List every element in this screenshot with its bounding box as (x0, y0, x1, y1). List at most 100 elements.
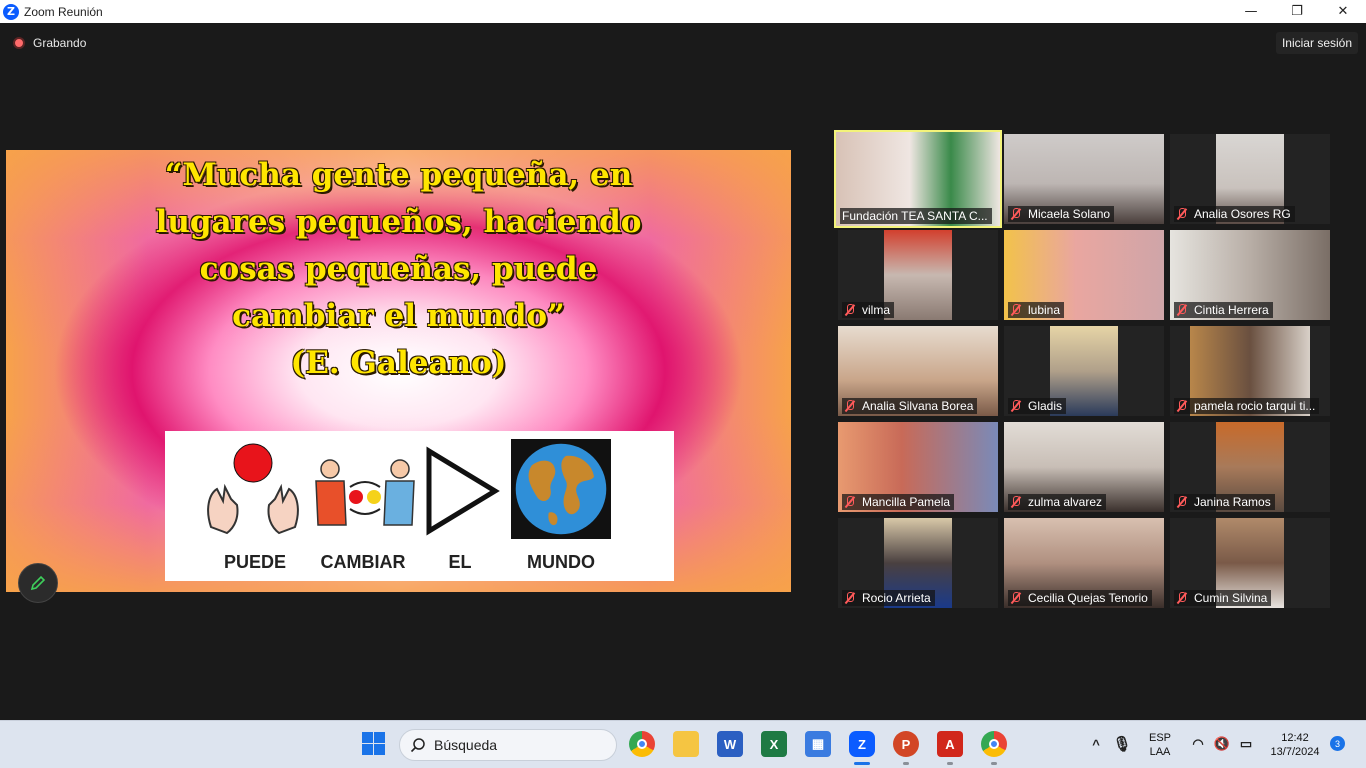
participant-tile[interactable]: Analia Osores RG (1170, 134, 1330, 224)
clock[interactable]: 12:42 13/7/2024 (1262, 731, 1328, 759)
participant-name: Cecilia Quejas Tenorio (1028, 591, 1148, 605)
mic-muted-icon (1176, 208, 1188, 220)
participant-tile[interactable]: lubina (1004, 230, 1164, 320)
globe-icon (511, 439, 611, 539)
participant-name: Cumin Silvina (1194, 591, 1268, 605)
language-code: ESP (1148, 732, 1171, 744)
participant-name: lubina (1028, 303, 1061, 317)
close-button[interactable]: ✕ (1320, 0, 1366, 23)
acrobat-icon[interactable]: A (937, 731, 963, 757)
participant-tile[interactable]: vilma (838, 230, 998, 320)
participant-label: Analia Silvana Borea (842, 398, 978, 414)
title-bar: Z Zoom Reunión — ❐ ✕ (0, 0, 1366, 23)
play-triangle-icon (426, 446, 500, 536)
chrome-icon[interactable] (629, 731, 655, 757)
powerpoint-icon[interactable]: P (893, 731, 919, 757)
hands-ball-icon (207, 443, 299, 535)
participant-label: Cecilia Quejas Tenorio (1008, 590, 1152, 606)
clock-time: 12:42 (1281, 732, 1309, 744)
participant-label: lubina (1008, 302, 1065, 318)
participant-label: pamela rocio tarqui ti... (1174, 398, 1320, 414)
pencil-icon (30, 575, 46, 591)
participant-label: zulma alvarez (1008, 494, 1107, 510)
volume-muted-icon[interactable]: 🔇 (1209, 731, 1235, 757)
participant-name: Rocio Arrieta (862, 591, 931, 605)
quote-line: cambiar el mundo” (232, 298, 565, 334)
store-icon[interactable]: ▦ (805, 731, 831, 757)
language-indicator[interactable]: ESP LAA (1146, 731, 1174, 759)
participant-label: Cumin Silvina (1174, 590, 1272, 606)
participant-name: Cintia Herrera (1194, 303, 1269, 317)
chevron-up-icon[interactable]: ^ (1083, 731, 1109, 757)
file-explorer-icon[interactable] (673, 731, 699, 757)
participant-tile[interactable]: Fundación TEA SANTA C... (834, 130, 1002, 228)
minimize-button[interactable]: — (1228, 0, 1274, 23)
chrome-profile-icon[interactable] (981, 731, 1007, 757)
mic-muted-icon (1010, 208, 1022, 220)
mic-muted-icon (1176, 304, 1188, 316)
search-placeholder: Búsqueda (434, 737, 498, 753)
microphone-icon[interactable]: 🎙 (1109, 731, 1135, 757)
participant-tile[interactable]: pamela rocio tarqui ti... (1170, 326, 1330, 416)
participant-label: vilma (842, 302, 895, 318)
participant-label: Janina Ramos (1174, 494, 1275, 510)
participant-name: zulma alvarez (1028, 495, 1103, 509)
mic-muted-icon (844, 304, 856, 316)
notification-badge[interactable]: 3 (1330, 736, 1345, 751)
pictogram-label: PUEDE (223, 552, 286, 572)
participant-tile[interactable]: Rocio Arrieta (838, 518, 998, 608)
mic-muted-icon (1176, 496, 1188, 508)
mic-muted-icon (1010, 592, 1022, 604)
signin-button[interactable]: Iniciar sesión (1275, 32, 1358, 54)
clock-date: 13/7/2024 (1270, 746, 1320, 758)
zoom-icon: Z (3, 3, 19, 20)
participant-name: Analia Silvana Borea (862, 399, 974, 413)
participant-name: Analia Osores RG (1194, 207, 1291, 221)
participant-tile[interactable]: Cumin Silvina (1170, 518, 1330, 608)
participant-name: Mancilla Pamela (862, 495, 951, 509)
restore-button[interactable]: ❐ (1274, 0, 1320, 23)
participant-name: Micaela Solano (1028, 207, 1111, 221)
participant-tile[interactable]: Micaela Solano (1004, 134, 1164, 224)
participant-tile[interactable]: Gladis (1004, 326, 1164, 416)
recording-indicator[interactable]: Grabando (13, 36, 86, 50)
participant-name: vilma (862, 303, 891, 317)
running-app-indicator (991, 762, 997, 765)
participant-gallery: Fundación TEA SANTA C... Micaela Solano … (834, 130, 1334, 610)
battery-icon[interactable]: ▭ (1233, 731, 1259, 757)
participant-label: Micaela Solano (1008, 206, 1115, 222)
excel-icon[interactable]: X (761, 731, 787, 757)
wifi-icon[interactable]: ◠ (1185, 731, 1211, 757)
quote-line: cosas pequeñas, puede (199, 251, 598, 287)
annotate-button[interactable] (18, 563, 58, 603)
active-app-indicator (854, 762, 870, 765)
mic-muted-icon (1176, 400, 1188, 412)
zoom-taskbar-icon[interactable]: Z (849, 731, 875, 757)
mic-muted-icon (1010, 304, 1022, 316)
keyboard-layout: LAA (1149, 746, 1171, 758)
participant-tile[interactable]: Janina Ramos (1170, 422, 1330, 512)
participant-tile[interactable]: Cintia Herrera (1170, 230, 1330, 320)
windows-start-icon[interactable] (361, 731, 387, 757)
participant-label: Analia Osores RG (1174, 206, 1295, 222)
participant-tile[interactable]: Mancilla Pamela (838, 422, 998, 512)
taskbar: Búsqueda W X ▦ Z P A ^ 🎙 ESP LAA ◠ 🔇 ▭ 1… (0, 720, 1366, 768)
participant-name: Fundación TEA SANTA C... (840, 208, 992, 224)
pictogram-label: CAMBIAR (320, 552, 406, 572)
running-app-indicator (947, 762, 953, 765)
participant-tile[interactable]: Analia Silvana Borea (838, 326, 998, 416)
participant-tile[interactable]: zulma alvarez (1004, 422, 1164, 512)
mic-muted-icon (1010, 400, 1022, 412)
pictogram-label: MUNDO (527, 552, 595, 572)
participant-label: Cintia Herrera (1174, 302, 1273, 318)
mic-muted-icon (1010, 496, 1022, 508)
recording-label: Grabando (33, 36, 87, 50)
taskbar-search[interactable]: Búsqueda (399, 729, 617, 761)
record-icon (13, 37, 25, 49)
slide-quote: “Mucha gente pequeña, en lugares pequeño… (6, 152, 791, 387)
participant-name: Janina Ramos (1194, 495, 1271, 509)
participant-label: Mancilla Pamela (842, 494, 955, 510)
mic-muted-icon (844, 592, 856, 604)
participant-tile[interactable]: Cecilia Quejas Tenorio (1004, 518, 1164, 608)
word-icon[interactable]: W (717, 731, 743, 757)
